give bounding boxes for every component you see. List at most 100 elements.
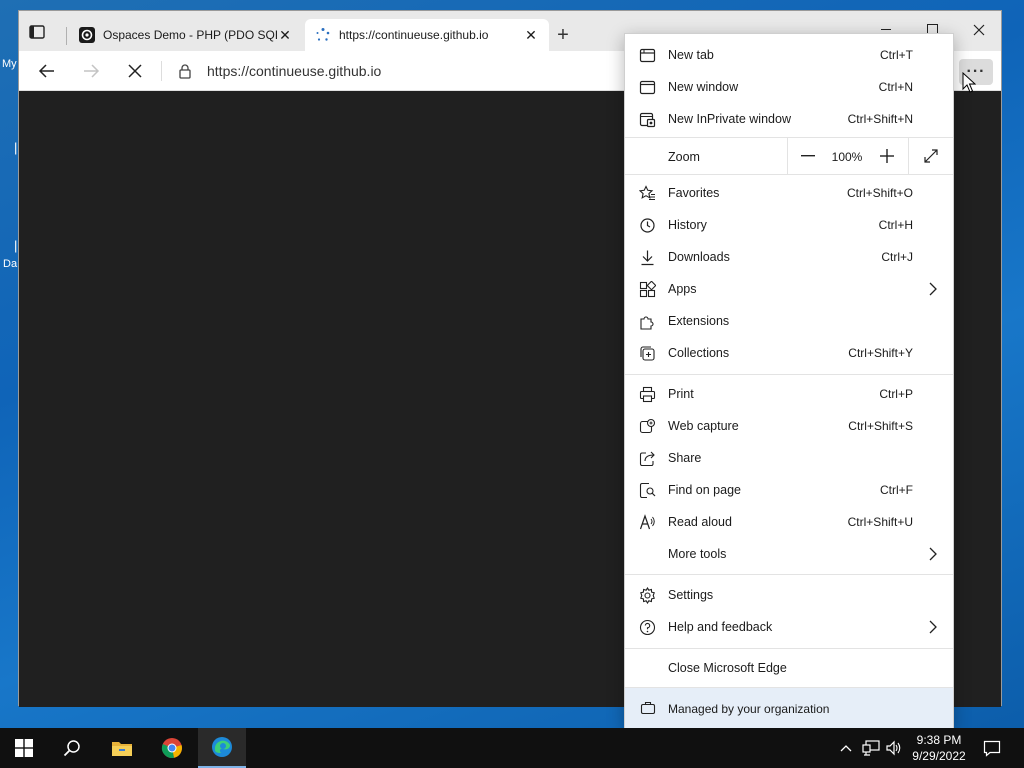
tab-actions-icon[interactable] [29,25,45,39]
inprivate-icon [639,112,656,128]
menu-item-more-tools[interactable]: More tools [625,538,953,570]
menu-item-collections[interactable]: Collections Ctrl+Shift+Y [625,337,953,369]
menu-item-print[interactable]: Print Ctrl+P [625,378,953,410]
address-bar[interactable]: https://continueuse.github.io [207,63,381,79]
read-aloud-icon [639,514,655,530]
menu-item-shortcut: Ctrl+Shift+Y [848,346,913,360]
settings-icon [640,587,655,604]
menu-item-shortcut: Ctrl+T [880,48,913,62]
menu-item-label: Collections [668,346,730,360]
web-capture-icon [639,418,656,434]
folder-icon [112,742,132,756]
menu-item-settings[interactable]: Settings [625,579,953,611]
menu-item-close-edge[interactable]: Close Microsoft Edge [625,652,953,684]
forward-button[interactable] [77,59,105,83]
zoom-in-button[interactable] [874,143,900,169]
edge-icon [212,737,232,757]
menu-item-find-on-page[interactable]: Find on page Ctrl+F [625,474,953,506]
print-icon [639,386,656,403]
menu-item-new-tab[interactable]: New tab Ctrl+T [625,39,953,71]
menu-item-shortcut: Ctrl+N [878,80,913,94]
lock-icon[interactable] [177,63,193,79]
start-button[interactable] [0,728,48,768]
new-tab-button[interactable]: + [551,23,575,47]
taskbar: 9:38 PM 9/29/2022 [0,728,1024,768]
desktop-icon-label: My [2,58,17,70]
tab-title: Ospaces Demo - PHP (PDO SQL [103,28,277,42]
chevron-up-icon [840,745,852,752]
apps-icon [639,281,656,298]
menu-item-shortcut: Ctrl+P [879,387,913,401]
menu-item-label: Find on page [668,483,741,497]
menu-item-share[interactable]: Share [625,442,953,474]
chrome-icon [161,738,182,759]
close-window-icon[interactable] [963,17,995,43]
show-hidden-icons[interactable] [836,728,856,768]
zoom-divider [787,137,788,174]
downloads-icon [641,250,654,266]
history-icon [640,218,655,233]
menu-item-label: Print [668,387,694,401]
tab-ospaces-demo[interactable]: Ospaces Demo - PHP (PDO SQL ✕ [69,19,303,51]
chevron-right-icon [929,282,937,296]
back-button[interactable] [33,59,61,83]
menu-divider [625,574,953,575]
menu-item-label: Share [668,451,702,465]
menu-item-favorites[interactable]: Favorites Ctrl+Shift+O [625,177,953,209]
search-button[interactable] [48,728,96,768]
menu-item-shortcut: Ctrl+Shift+N [847,112,913,126]
network-button[interactable] [860,728,882,768]
managed-label: Managed by your organization [668,702,830,716]
menu-item-read-aloud[interactable]: Read aloud Ctrl+Shift+U [625,506,953,538]
menu-divider [625,374,953,375]
managed-by-organization[interactable]: Managed by your organization [625,688,953,728]
fullscreen-button[interactable] [918,143,944,169]
close-tab-icon[interactable]: ✕ [523,27,539,43]
close-tab-icon[interactable]: ✕ [277,27,293,43]
menu-item-downloads[interactable]: Downloads Ctrl+J [625,241,953,273]
clock-time: 9:38 PM [916,733,962,747]
menu-item-history[interactable]: History Ctrl+H [625,209,953,241]
desktop-icon-fragment: | [14,238,18,253]
address-separator [161,61,162,81]
menu-item-web-capture[interactable]: Web capture Ctrl+Shift+S [625,410,953,442]
mouse-cursor-icon [962,72,976,93]
tab-title: https://continueuse.github.io [339,28,489,42]
menu-item-label: New InPrivate window [668,112,791,126]
volume-button[interactable] [884,728,904,768]
menu-item-extensions[interactable]: Extensions [625,305,953,337]
stop-loading-button[interactable] [121,59,149,83]
chevron-right-icon [929,620,937,634]
file-explorer-button[interactable] [98,728,146,768]
taskbar-clock[interactable]: 9:38 PM 9/29/2022 [905,732,973,764]
desktop-icon-fragment: | [14,140,18,155]
menu-item-shortcut: Ctrl+Shift+O [846,186,913,200]
briefcase-icon [640,701,656,715]
menu-item-label: Read aloud [668,515,732,529]
speaker-icon [886,740,901,756]
share-icon [639,451,655,467]
help-icon [639,619,656,636]
zoom-out-button[interactable] [795,143,821,169]
menu-item-apps[interactable]: Apps [625,273,953,305]
favorites-icon [639,185,655,201]
tab-continueuse[interactable]: https://continueuse.github.io ✕ [305,19,549,51]
menu-item-new-window[interactable]: New window Ctrl+N [625,71,953,103]
menu-item-label: History [668,218,707,232]
menu-item-help-and-feedback[interactable]: Help and feedback [625,611,953,643]
menu-item-label: Close Microsoft Edge [668,661,787,675]
zoom-level: 100% [831,150,863,164]
menu-item-label: Web capture [668,419,739,433]
menu-item-label: New tab [668,48,714,62]
new-tab-icon [639,48,656,63]
zoom-label: Zoom [668,150,700,164]
menu-item-shortcut: Ctrl+Shift+S [848,419,913,433]
edge-button[interactable] [198,728,246,768]
menu-item-new-inprivate-window[interactable]: New InPrivate window Ctrl+Shift+N [625,103,953,135]
menu-divider [625,648,953,649]
action-center-button[interactable] [978,728,1006,768]
tab-separator [66,27,67,45]
new-window-icon [639,80,656,95]
chrome-button[interactable] [148,728,196,768]
menu-divider [625,174,953,175]
